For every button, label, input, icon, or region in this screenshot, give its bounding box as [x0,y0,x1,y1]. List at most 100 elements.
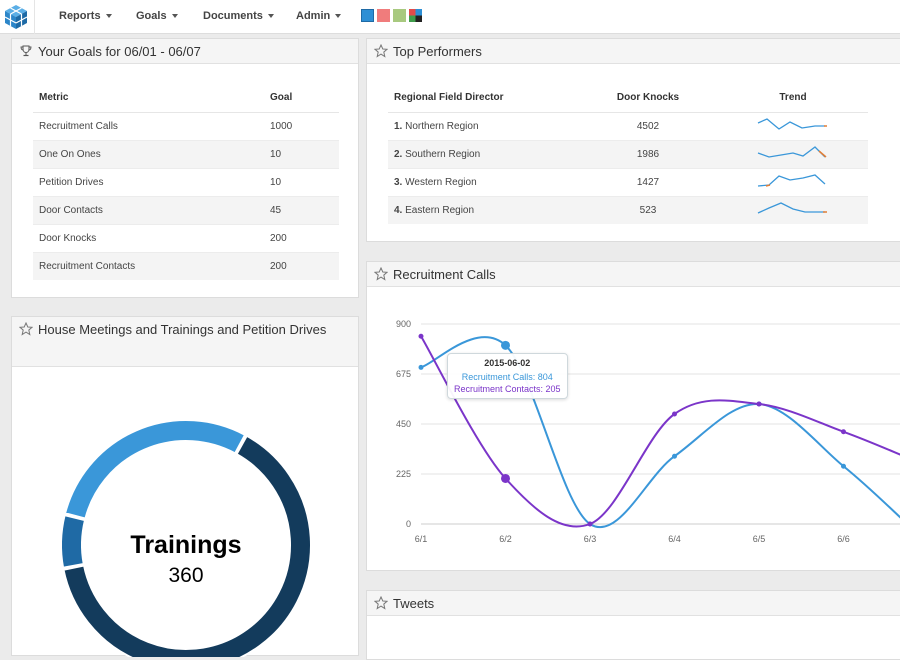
data-point[interactable] [501,340,510,350]
performers-col-director: Regional Field Director [388,84,578,113]
goals-col-goal: Goal [269,84,339,113]
donut-segment[interactable] [63,419,247,520]
top-performers-panel: Top Performers Regional Field Director D… [366,38,900,242]
x-tick-label: 6/3 [584,534,597,544]
goal-metric: Recruitment Contacts [33,251,269,280]
y-tick-label: 450 [396,419,411,429]
goal-metric: Door Contacts [33,195,269,224]
donut-chart: Trainings 360 [60,419,312,657]
goals-panel: Your Goals for 06/01 - 06/07 Metric Goal… [11,38,359,298]
performers-table: Regional Field Director Door Knocks Tren… [388,84,868,224]
star-icon[interactable] [374,44,388,58]
table-row: 4. Eastern Region 523 [388,195,868,224]
x-tick-label: 6/4 [668,534,681,544]
recruitment-line-chart: 900 675 450 225 0 6/1 6/2 6/3 6/4 6/5 6/6 [396,319,900,544]
goals-panel-title: Your Goals for 06/01 - 06/07 [38,44,201,59]
theme-swatch-red[interactable] [377,9,390,22]
table-row: 3. Western Region 1427 [388,167,868,196]
data-point[interactable] [501,473,510,483]
sparkline [757,202,827,214]
table-row: One On Ones 10 [33,139,339,168]
goals-table: Metric Goal Recruitment Calls 1000 One On… [33,84,339,280]
sparkline [757,173,826,187]
trend-cell [718,195,868,224]
top-performers-title: Top Performers [393,44,482,59]
performer-knocks: 4502 [578,111,718,140]
performer-knocks: 1427 [578,167,718,196]
donut-segment[interactable] [60,513,87,569]
x-tick-label: 6/5 [753,534,766,544]
x-tick-label: 6/6 [837,534,850,544]
data-point[interactable] [841,463,846,469]
tweets-panel-header: Tweets [367,591,900,616]
goal-metric: Petition Drives [33,167,269,196]
data-point[interactable] [587,521,593,527]
trend-cell [718,111,868,140]
goals-panel-header: Your Goals for 06/01 - 06/07 [12,39,358,64]
performer-rank: 4. [394,204,403,216]
data-point[interactable] [418,333,424,339]
goal-metric: Recruitment Calls [33,111,269,140]
nav-reports[interactable]: Reports [59,10,112,22]
tooltip-date: 2015-06-02 [484,358,531,368]
data-point[interactable] [672,453,677,459]
nav-documents[interactable]: Documents [203,10,274,22]
donut-center-label: Trainings [130,531,241,559]
cube-logo-icon[interactable] [2,3,30,31]
tooltip-calls: Recruitment Calls: 804 [461,372,553,382]
data-point[interactable] [418,364,424,370]
y-tick-label: 900 [396,319,411,329]
nav-goals-label: Goals [136,10,167,22]
theme-swatch-blue[interactable] [361,9,374,22]
performers-table-header-row: Regional Field Director Door Knocks Tren… [388,84,868,113]
performer-name: Northern Region [405,120,479,132]
performer-knocks: 523 [578,195,718,224]
chevron-down-icon [105,14,112,19]
chart-tooltip: 2015-06-02 Recruitment Calls: 804 Recrui… [447,353,568,399]
performer-knocks: 1986 [578,139,718,168]
recruitment-calls-title: Recruitment Calls [393,267,496,282]
navbar-divider [34,0,35,34]
sparkline [757,145,827,158]
donut-panel: House Meetings and Trainings and Petitio… [11,316,359,657]
performer-region: 3. Western Region [388,167,578,196]
y-tick-label: 225 [396,469,411,479]
trend-cell [718,167,868,196]
data-point[interactable] [672,411,677,417]
recruitment-calls-panel: Recruitment Calls 900 675 450 225 0 6/1 6/2 6/3… [366,261,900,571]
table-row: Petition Drives 10 [33,167,339,196]
trend-cell [718,139,868,168]
table-row: Recruitment Calls 1000 [33,111,339,140]
top-navbar: Reports Goals Documents Admin [0,0,900,34]
recruitment-calls-header: Recruitment Calls [367,262,900,287]
donut-center-value: 360 [168,564,203,587]
nav-goals[interactable]: Goals [136,10,178,22]
nav-documents-label: Documents [203,10,263,22]
table-row: 2. Southern Region 1986 [388,139,868,168]
star-icon[interactable] [374,267,388,281]
table-row: Door Contacts 45 [33,195,339,224]
performer-name: Western Region [405,176,477,188]
data-point[interactable] [841,429,846,435]
y-tick-label: 675 [396,369,411,379]
donut-panel-header: House Meetings and Trainings and Petitio… [12,317,358,367]
performer-rank: 2. [394,148,403,160]
nav-reports-label: Reports [59,10,101,22]
chevron-down-icon [335,14,342,19]
trophy-icon [20,45,32,57]
performers-col-trend: Trend [718,84,868,113]
goal-metric: One On Ones [33,139,269,168]
performer-region: 4. Eastern Region [388,195,578,224]
tweets-panel-title: Tweets [393,596,435,611]
goal-value: 10 [269,167,339,196]
data-point[interactable] [756,401,762,407]
chevron-down-icon [171,14,178,19]
star-icon[interactable] [19,322,33,336]
sparkline [757,117,827,130]
nav-admin[interactable]: Admin [296,10,342,22]
theme-swatch-green[interactable] [393,9,406,22]
star-icon[interactable] [374,596,388,610]
x-tick-label: 6/2 [499,534,512,544]
performer-name: Southern Region [405,148,481,160]
theme-swatch-mixed[interactable] [409,9,422,22]
